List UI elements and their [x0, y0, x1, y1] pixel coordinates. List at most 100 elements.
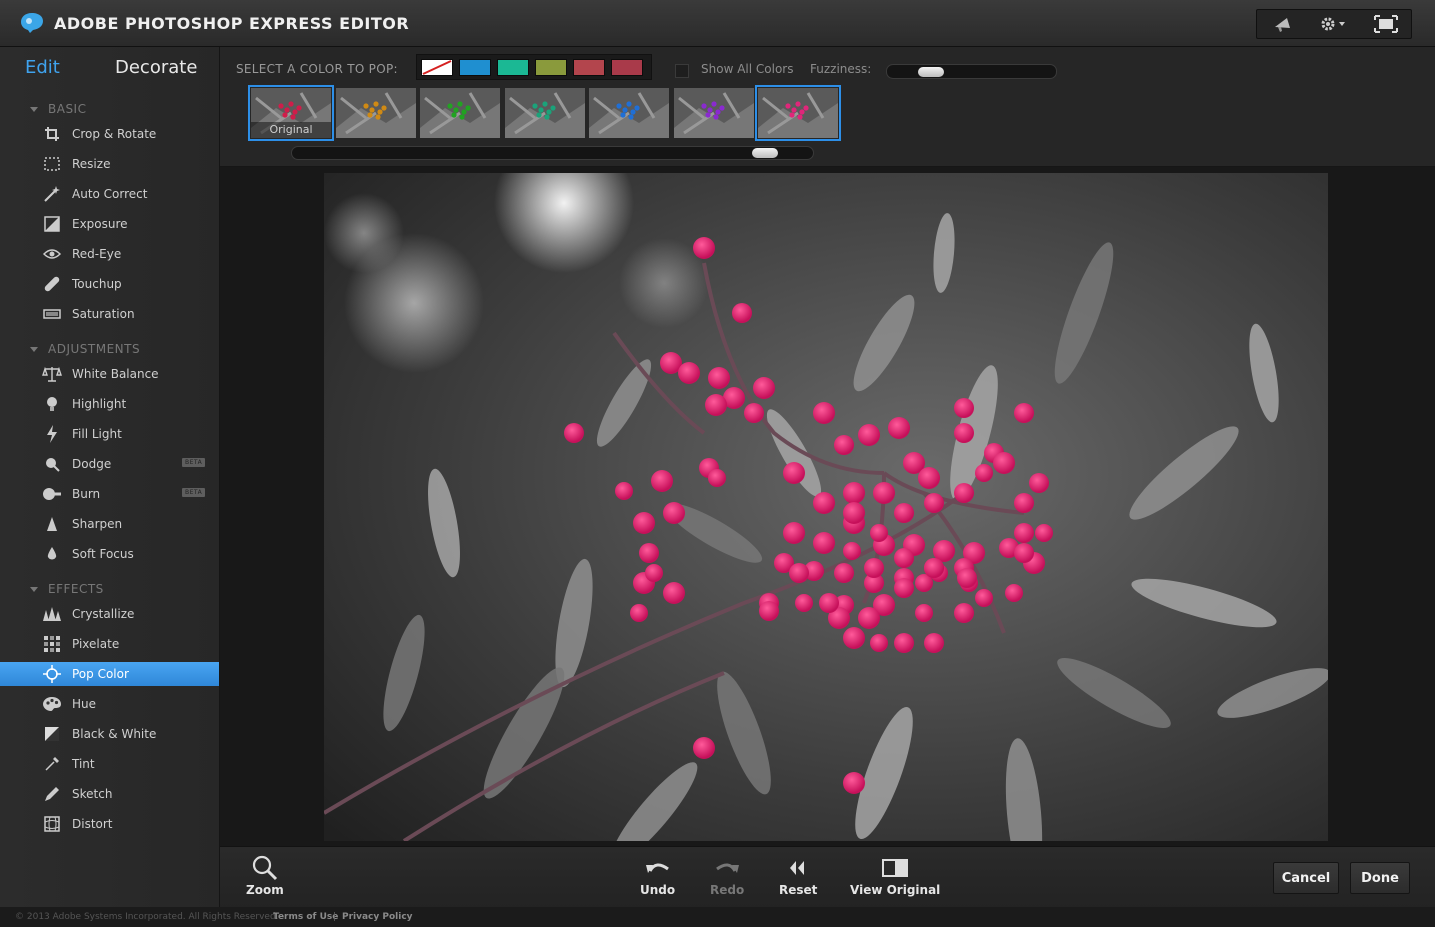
tool-saturation[interactable]: Saturation	[0, 302, 219, 326]
tool-highlight[interactable]: Highlight	[0, 392, 219, 416]
berry	[924, 633, 944, 653]
tool-label: Sketch	[72, 787, 113, 801]
tool-pixelate[interactable]: Pixelate	[0, 632, 219, 656]
cancel-button[interactable]: Cancel	[1273, 862, 1339, 894]
berry	[630, 604, 648, 622]
feedback-button[interactable]	[1265, 10, 1303, 38]
tool-hue[interactable]: Hue	[0, 692, 219, 716]
tool-black-white[interactable]: Black & White	[0, 722, 219, 746]
berry	[564, 423, 584, 443]
crystallize-icon	[42, 604, 62, 624]
berry	[1014, 403, 1034, 423]
berry	[873, 482, 895, 504]
tab-edit[interactable]: Edit	[25, 57, 60, 78]
done-button[interactable]: Done	[1350, 862, 1410, 894]
tool-red-eye[interactable]: Red-Eye	[0, 242, 219, 266]
berry	[693, 737, 715, 759]
view-original-button[interactable]: View Original	[850, 855, 940, 897]
fullscreen-button[interactable]	[1367, 10, 1405, 38]
tool-pop-color[interactable]: Pop Color	[0, 662, 219, 686]
berry	[708, 469, 726, 487]
reset-button[interactable]: Reset	[779, 855, 817, 897]
swatch-teal[interactable]	[497, 59, 529, 76]
tool-soft-focus[interactable]: Soft Focus	[0, 542, 219, 566]
tool-label: Burn	[72, 487, 101, 501]
beta-badge: BETA	[182, 458, 206, 467]
tool-crop-rotate[interactable]: Crop & Rotate	[0, 122, 219, 146]
tool-exposure[interactable]: Exposure	[0, 212, 219, 236]
berry	[894, 548, 914, 568]
tool-fill-light[interactable]: Fill Light	[0, 422, 219, 446]
section-adjustments[interactable]: ADJUSTMENTS	[30, 340, 140, 358]
berry	[678, 362, 700, 384]
tool-label: Red-Eye	[72, 247, 122, 261]
tool-label: Pixelate	[72, 637, 120, 651]
tool-label: Crop & Rotate	[72, 127, 157, 141]
redo-button[interactable]: Redo	[710, 855, 744, 897]
title-bar: ADOBE PHOTOSHOP EXPRESS EDITOR	[0, 0, 1435, 47]
berry	[813, 492, 835, 514]
tool-dodge[interactable]: Dodge BETA	[0, 452, 219, 476]
fuzziness-slider[interactable]	[886, 64, 1057, 79]
tool-sharpen[interactable]: Sharpen	[0, 512, 219, 536]
swatch-blue[interactable]	[459, 59, 491, 76]
tool-crystallize[interactable]: Crystallize	[0, 602, 219, 626]
section-basic[interactable]: BASIC	[30, 100, 86, 118]
tool-distort[interactable]: Distort	[0, 812, 219, 836]
tool-auto-correct[interactable]: Auto Correct	[0, 182, 219, 206]
tool-tint[interactable]: Tint	[0, 752, 219, 776]
tool-label: Soft Focus	[72, 547, 134, 561]
preset-thumbnail-green[interactable]	[420, 88, 500, 138]
berry	[870, 634, 888, 652]
preset-thumbnail-blue[interactable]	[589, 88, 669, 138]
bandage-icon	[42, 274, 62, 294]
preset-preview	[673, 88, 754, 138]
preset-thumbnail-teal[interactable]	[504, 88, 585, 138]
tab-decorate[interactable]: Decorate	[115, 57, 197, 78]
terms-of-use-link[interactable]: Terms of Use	[273, 912, 338, 922]
preset-preview	[589, 88, 669, 138]
berry	[813, 532, 835, 554]
undo-button[interactable]: Undo	[640, 855, 675, 897]
fuzziness-slider-handle[interactable]	[917, 67, 944, 77]
redo-icon	[712, 855, 742, 881]
section-effects[interactable]: EFFECTS	[30, 580, 104, 598]
thumbnail-scrollbar[interactable]	[291, 146, 814, 160]
swatch-red[interactable]	[573, 59, 605, 76]
preset-thumbnail-original[interactable]: Original	[248, 85, 334, 141]
berry	[651, 470, 673, 492]
tool-sketch[interactable]: Sketch	[0, 782, 219, 806]
berry	[993, 452, 1015, 474]
berry	[1014, 493, 1034, 513]
redo-label: Redo	[710, 883, 745, 897]
original-caption: Original	[251, 122, 331, 138]
show-all-colors-checkbox[interactable]	[675, 64, 689, 78]
thumbnail-scroll-handle[interactable]	[752, 148, 779, 158]
zoom-button[interactable]: Zoom	[246, 855, 284, 897]
collapse-icon	[30, 106, 38, 112]
preset-thumbnail-purple[interactable]	[673, 88, 754, 138]
settings-button[interactable]	[1315, 10, 1353, 38]
dodge-icon	[42, 454, 62, 474]
berry	[864, 558, 884, 578]
berry	[753, 377, 775, 399]
berry	[870, 524, 888, 542]
tool-label: Fill Light	[72, 427, 122, 441]
burn-icon	[42, 484, 62, 504]
tool-white-balance[interactable]: White Balance	[0, 362, 219, 386]
tool-resize[interactable]: Resize	[0, 152, 219, 176]
swatch-olive[interactable]	[535, 59, 567, 76]
swatch-none[interactable]	[421, 59, 453, 76]
berry	[759, 601, 779, 621]
preset-thumbnail-pink[interactable]	[755, 85, 841, 141]
preset-thumbnail-orange[interactable]	[335, 88, 416, 138]
privacy-policy-link[interactable]: Privacy Policy	[342, 912, 413, 922]
tool-touchup[interactable]: Touchup	[0, 272, 219, 296]
edited-photo[interactable]	[324, 173, 1328, 841]
target-icon	[42, 664, 62, 684]
berry	[843, 627, 865, 649]
tool-burn[interactable]: Burn BETA	[0, 482, 219, 506]
tool-label: Highlight	[72, 397, 127, 411]
swatch-crimson[interactable]	[611, 59, 643, 76]
berry	[615, 482, 633, 500]
